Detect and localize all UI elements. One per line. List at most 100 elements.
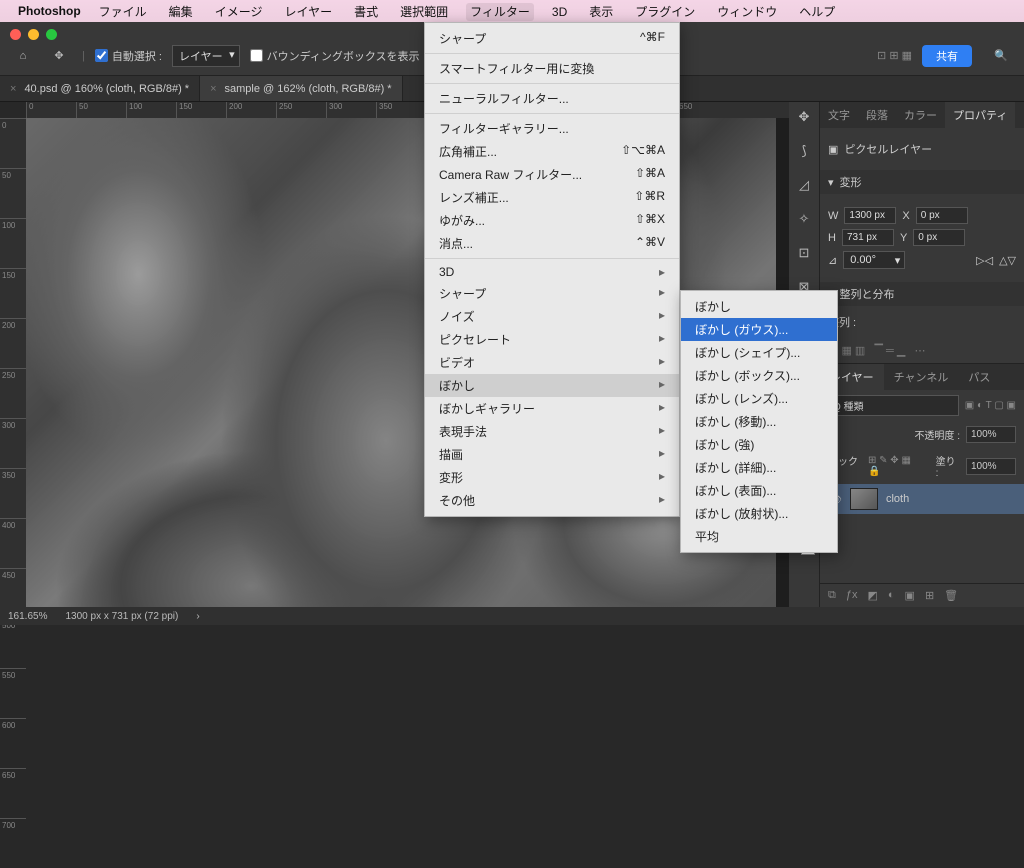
crop-tool-icon[interactable]: ⊡ — [793, 242, 815, 264]
menu-イメージ[interactable]: イメージ — [211, 3, 267, 21]
flip-v-icon[interactable]: △▽ — [999, 254, 1016, 267]
panel-tab[interactable]: 段落 — [858, 102, 896, 128]
panel-tab[interactable]: 文字 — [820, 102, 858, 128]
filter-menu-item[interactable]: その他▸ — [425, 489, 679, 512]
menu-表示[interactable]: 表示 — [585, 3, 617, 21]
y-field[interactable] — [913, 229, 965, 246]
search-icon[interactable]: 🔍 — [988, 43, 1014, 69]
layer-row[interactable]: 👁 cloth — [820, 484, 1024, 514]
filter-menu-item[interactable]: ゆがみ...⇧⌘X — [425, 209, 679, 232]
filter-menu-item[interactable]: 広角補正...⇧⌥⌘A — [425, 140, 679, 163]
filter-menu-item[interactable]: 3D▸ — [425, 262, 679, 282]
filter-icons[interactable]: ▣ ◐ T ▢ ▣ — [965, 400, 1016, 411]
blur-submenu-item[interactable]: ぼかし (ガウス)... — [681, 318, 837, 341]
filter-menu-item[interactable]: ニューラルフィルター... — [425, 87, 679, 110]
status-chevron-icon[interactable]: › — [196, 611, 199, 622]
filter-menu-item[interactable]: 表現手法▸ — [425, 420, 679, 443]
lock-icons[interactable]: ⊞ ✎ ✥ ▦ 🔒 — [868, 455, 924, 477]
filter-menu-item[interactable]: 描画▸ — [425, 443, 679, 466]
lasso-tool-icon[interactable]: ⟆ — [793, 140, 815, 162]
link-icon[interactable]: ⧉ — [828, 589, 836, 602]
properties-panel: ▣ピクセルレイヤー — [820, 128, 1024, 170]
minimize-window-icon[interactable] — [28, 29, 39, 40]
group-icon[interactable]: ▣ — [905, 589, 915, 602]
blur-submenu-item[interactable]: ぼかし (ボックス)... — [681, 364, 837, 387]
opacity-field[interactable]: 100% — [966, 426, 1016, 443]
share-button[interactable]: 共有 — [922, 45, 972, 67]
menu-選択範囲[interactable]: 選択範囲 — [396, 3, 452, 21]
filter-menu-item[interactable]: ピクセレート▸ — [425, 328, 679, 351]
blur-submenu-item[interactable]: ぼかし (シェイプ)... — [681, 341, 837, 364]
close-window-icon[interactable] — [10, 29, 21, 40]
blur-submenu-item[interactable]: ぼかし (放射状)... — [681, 502, 837, 525]
blur-submenu-item[interactable]: ぼかし (表面)... — [681, 479, 837, 502]
blur-submenu-item[interactable]: ぼかし — [681, 295, 837, 318]
flip-h-icon[interactable]: ▷◁ — [976, 254, 993, 267]
filter-menu-item[interactable]: シャープ▸ — [425, 282, 679, 305]
filter-menu-item[interactable]: Camera Raw フィルター...⇧⌘A — [425, 163, 679, 186]
move-tool-icon[interactable]: ✥ — [793, 106, 815, 128]
filter-menu-item[interactable]: スマートフィルター用に変換 — [425, 57, 679, 80]
x-field[interactable] — [916, 207, 968, 224]
menu-プラグイン[interactable]: プラグイン — [631, 3, 699, 21]
wand-tool-icon[interactable]: ✧ — [793, 208, 815, 230]
align-section-header[interactable]: ▾整列と分布 — [820, 282, 1024, 306]
adjust-icon[interactable]: ◐ — [888, 589, 895, 602]
zoom-level[interactable]: 161.65% — [8, 611, 47, 622]
height-field[interactable] — [842, 229, 894, 246]
filter-menu-item[interactable]: ノイズ▸ — [425, 305, 679, 328]
filter-menu-item[interactable]: ぼかしギャラリー▸ — [425, 397, 679, 420]
width-field[interactable] — [844, 207, 896, 224]
document-tab[interactable]: × sample @ 162% (cloth, RGB/8#) * — [200, 76, 403, 101]
angle-icon: ⊿ — [828, 254, 837, 267]
home-icon[interactable]: ⌂ — [10, 43, 36, 69]
panel-tab[interactable]: プロパティ — [945, 102, 1015, 128]
menu-フィルター[interactable]: フィルター — [466, 3, 534, 21]
menu-編集[interactable]: 編集 — [165, 3, 197, 21]
zoom-window-icon[interactable] — [46, 29, 57, 40]
panel-tab[interactable]: カラー — [896, 102, 945, 128]
poly-lasso-tool-icon[interactable]: ◿ — [793, 174, 815, 196]
blur-submenu-item[interactable]: ぼかし (レンズ)... — [681, 387, 837, 410]
menu-ファイル[interactable]: ファイル — [95, 3, 151, 21]
menu-ウィンドウ[interactable]: ウィンドウ — [713, 3, 781, 21]
blur-submenu-item[interactable]: ぼかし (移動)... — [681, 410, 837, 433]
auto-select-checkbox[interactable]: 自動選択 : — [95, 48, 162, 64]
filter-menu-item[interactable]: 変形▸ — [425, 466, 679, 489]
transform-section-header[interactable]: ▾変形 — [820, 170, 1024, 194]
bounding-box-checkbox[interactable]: バウンディングボックスを表示 — [250, 48, 420, 64]
filter-menu-item[interactable]: レンズ補正...⇧⌘R — [425, 186, 679, 209]
trash-icon[interactable]: 🗑 — [944, 589, 958, 602]
new-layer-icon[interactable]: ⊞ — [925, 589, 934, 602]
blur-submenu-item[interactable]: ぼかし (強) — [681, 433, 837, 456]
fill-field[interactable]: 100% — [966, 458, 1016, 475]
menu-3D[interactable]: 3D — [548, 3, 571, 21]
document-tab[interactable]: ×40.psd @ 160% (cloth, RGB/8#) * — [0, 76, 200, 101]
filter-menu-item[interactable]: 消点...⌃⌘V — [425, 232, 679, 255]
menu-レイヤー[interactable]: レイヤー — [280, 3, 336, 21]
app-name[interactable]: Photoshop — [18, 4, 81, 18]
layers-tab[interactable]: チャンネル — [884, 364, 959, 390]
fx-icon[interactable]: ƒx — [846, 589, 858, 602]
tab-label: sample @ 162% (cloth, RGB/8#) * — [225, 83, 392, 95]
menu-ヘルプ[interactable]: ヘルプ — [795, 3, 839, 21]
layer-thumb — [850, 488, 878, 510]
align-buttons[interactable]: ▤ ▦ ▥ ▔ ═ ▁ ⋯ — [820, 338, 1024, 363]
layer-filter-dropdown[interactable]: Q 種類 — [828, 395, 959, 416]
layers-tab[interactable]: パス — [958, 364, 1000, 390]
filter-menu-item[interactable]: ビデオ▸ — [425, 351, 679, 374]
filter-menu-item[interactable]: ぼかし▸ — [425, 374, 679, 397]
move-tool-icon[interactable]: ✥ — [46, 43, 72, 69]
blur-submenu-item[interactable]: 平均 — [681, 525, 837, 548]
filter-menu-item[interactable]: フィルターギャラリー... — [425, 117, 679, 140]
close-tab-icon[interactable]: × — [10, 83, 16, 95]
mask-icon[interactable]: ◩ — [867, 589, 877, 602]
filter-menu-item[interactable]: シャープ^⌘F — [425, 27, 679, 50]
view-icons[interactable]: ⊡ ⊞ ▦ — [877, 49, 912, 62]
auto-select-dropdown[interactable]: レイヤー — [172, 45, 240, 67]
close-tab-icon[interactable]: × — [210, 83, 216, 95]
width-label: W — [828, 210, 838, 222]
blur-submenu-item[interactable]: ぼかし (詳細)... — [681, 456, 837, 479]
angle-field[interactable]: 0.00° — [843, 251, 905, 269]
menu-書式[interactable]: 書式 — [350, 3, 382, 21]
